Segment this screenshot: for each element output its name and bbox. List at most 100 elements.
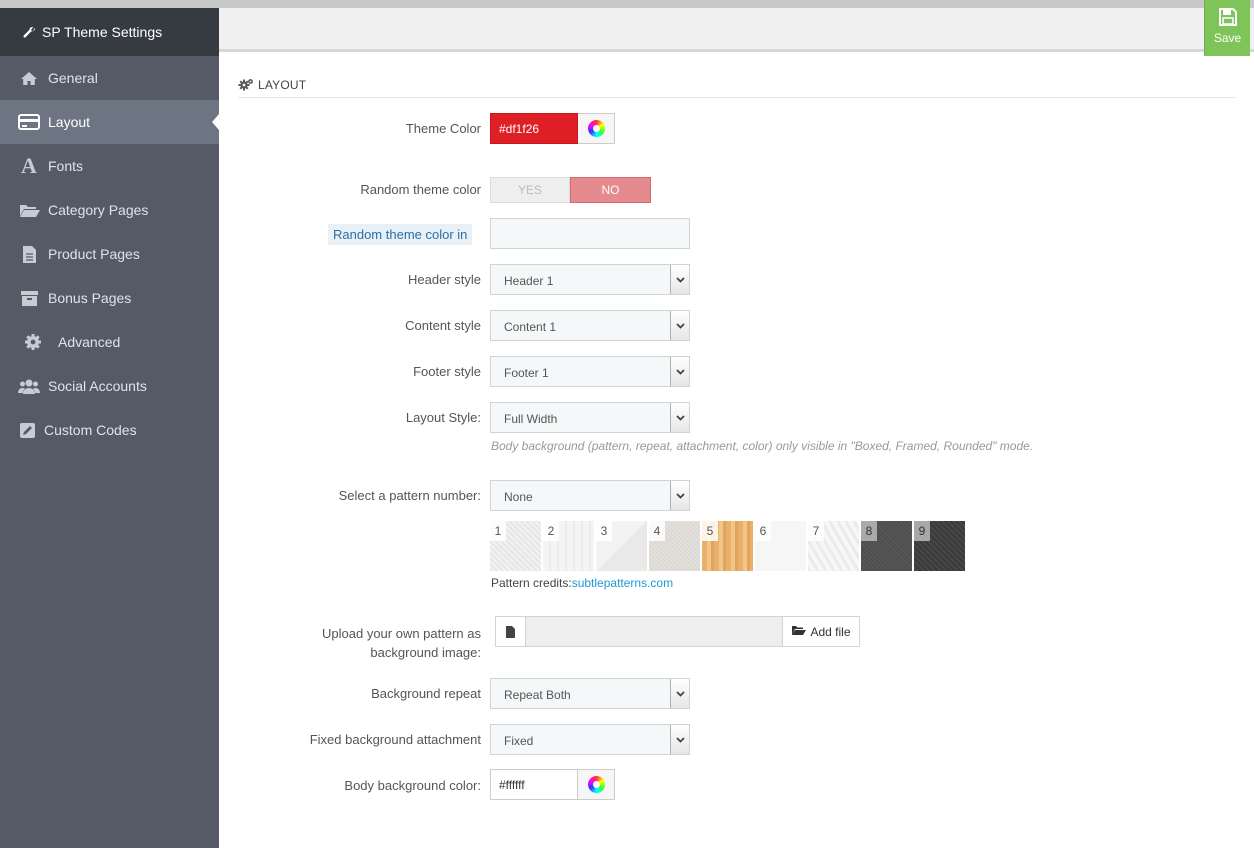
sidebar-item-label: Fonts [48,158,84,174]
pattern-number: 7 [808,521,824,541]
sidebar-item-label: Social Accounts [48,378,147,394]
sidebar-item-layout[interactable]: Layout [0,100,219,144]
content-style-label: Content style [405,318,481,333]
chevron-down-icon [670,357,689,386]
pattern-thumb-7[interactable]: 7 [808,521,859,571]
pattern-number: 4 [649,521,665,541]
pattern-value: None [504,490,533,504]
chevron-down-icon [670,265,689,294]
pencil-square-icon [18,420,36,440]
color-wheel-button[interactable] [578,769,615,800]
pattern-thumb-4[interactable]: 4 [649,521,700,571]
sidebar-item-label: General [48,70,98,86]
footer-style-value: Footer 1 [504,366,549,380]
sidebar-item-bonus-pages[interactable]: Bonus Pages [0,276,219,320]
sidebar-title: SP Theme Settings [0,8,219,56]
chevron-down-icon [670,481,689,510]
sidebar-item-category-pages[interactable]: Category Pages [0,188,219,232]
add-file-button[interactable]: Add file [782,617,859,646]
pattern-thumbnails: 1 2 3 4 5 6 7 8 9 [490,521,965,571]
footer-style-label: Footer style [413,364,481,379]
pattern-number: 3 [596,521,612,541]
random-color-in-input[interactable] [490,218,690,249]
chevron-down-icon [670,311,689,340]
body-bg-color-input[interactable]: #ffffff [490,769,578,800]
theme-color-picker: #df1f26 [490,113,615,144]
pattern-label: Select a pattern number: [338,488,481,503]
credit-card-icon [18,112,40,132]
save-label: Save [1213,31,1242,45]
sidebar-item-label: Custom Codes [44,422,137,438]
pattern-thumb-2[interactable]: 2 [543,521,594,571]
home-icon [18,68,40,88]
body-bg-color-picker: #ffffff [490,769,615,800]
sidebar-item-custom-codes[interactable]: Custom Codes [0,408,219,452]
pattern-number: 2 [543,521,559,541]
toggle-no-option[interactable]: NO [570,177,651,203]
random-color-toggle: YES NO [490,177,651,203]
bg-repeat-label: Background repeat [371,686,481,701]
pattern-number: 5 [702,521,718,541]
folder-open-icon [791,625,807,639]
upload-label: Upload your own pattern as background im… [322,624,481,662]
sidebar-item-product-pages[interactable]: Product Pages [0,232,219,276]
archive-icon [18,288,40,308]
footer-style-select[interactable]: Footer 1 [490,356,690,387]
pattern-thumb-5[interactable]: 5 [702,521,753,571]
upload-filename-input[interactable] [526,617,782,646]
pattern-thumb-3[interactable]: 3 [596,521,647,571]
panel-heading: LAYOUT [238,72,1236,98]
font-icon: A [21,153,37,178]
pattern-number: 8 [861,521,877,541]
sidebar-item-label: Product Pages [48,246,140,262]
chevron-down-icon [670,679,689,708]
credits-link[interactable]: subtlepatterns.com [572,576,673,590]
file-icon [496,617,526,646]
content-style-value: Content 1 [504,320,557,334]
bg-repeat-value: Repeat Both [504,688,571,702]
content-style-select[interactable]: Content 1 [490,310,690,341]
color-wheel-button[interactable] [578,113,615,144]
save-button[interactable]: Save [1204,0,1250,56]
layout-style-label: Layout Style: [405,410,481,425]
header-style-value: Header 1 [504,274,554,288]
color-wheel-icon [587,776,605,793]
body-bg-color-label: Body background color: [344,778,481,793]
pattern-thumb-9[interactable]: 9 [914,521,965,571]
sidebar-title-text: SP Theme Settings [42,24,163,40]
save-icon [1218,8,1237,29]
sidebar-item-general[interactable]: General [0,56,219,100]
theme-color-input[interactable]: #df1f26 [490,113,578,144]
sidebar: SP Theme Settings General Layout A Fonts… [0,8,219,848]
chevron-down-icon [670,725,689,754]
folder-open-icon [18,200,40,220]
pattern-select[interactable]: None [490,480,690,511]
sidebar-item-label: Bonus Pages [48,290,132,306]
layout-style-value: Full Width [504,412,558,426]
top-strip [0,0,1254,8]
pattern-thumb-6[interactable]: 6 [755,521,806,571]
pattern-thumb-1[interactable]: 1 [490,521,541,571]
pattern-thumb-8[interactable]: 8 [861,521,912,571]
pattern-credits: Pattern credits:subtlepatterns.com [491,576,673,590]
pattern-number: 6 [755,521,771,541]
bg-attachment-select[interactable]: Fixed [490,724,690,755]
sidebar-item-fonts[interactable]: A Fonts [0,144,219,188]
toggle-yes-option[interactable]: YES [490,177,570,203]
header-style-select[interactable]: Header 1 [490,264,690,295]
cogs-icon [238,78,254,91]
top-toolbar [219,8,1254,52]
upload-field: Add file [495,616,860,647]
sidebar-item-label: Category Pages [48,202,149,218]
bg-repeat-select[interactable]: Repeat Both [490,678,690,709]
random-color-label: Random theme color [360,182,481,197]
layout-style-help: Body background (pattern, repeat, attach… [491,439,1034,453]
upload-label-line1: Upload your own pattern as [322,626,481,641]
upload-label-line2: background image: [370,645,481,660]
layout-style-select[interactable]: Full Width [490,402,690,433]
bg-attachment-value: Fixed [504,734,534,748]
sidebar-item-social-accounts[interactable]: Social Accounts [0,364,219,408]
file-icon [18,244,40,264]
sidebar-item-advanced[interactable]: Advanced [0,320,219,364]
gear-icon [22,332,44,352]
